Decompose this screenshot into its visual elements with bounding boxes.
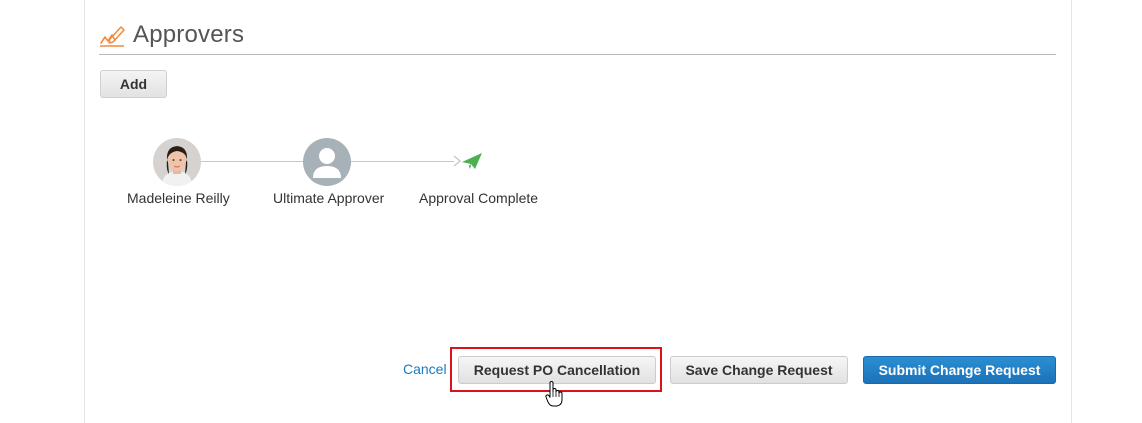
request-po-cancellation-button[interactable]: Request PO Cancellation	[458, 356, 656, 384]
approvers-signature-icon	[100, 26, 125, 47]
save-change-request-button[interactable]: Save Change Request	[670, 356, 848, 384]
ultimate-approver-label: Ultimate Approver	[273, 190, 385, 206]
approval-complete-label: Approval Complete	[419, 190, 539, 206]
hand-pointer-cursor-icon	[545, 381, 563, 407]
flow-connector	[201, 161, 303, 162]
user-photo-avatar	[153, 138, 201, 186]
generic-user-avatar-icon[interactable]	[303, 138, 351, 186]
section-header: Approvers	[99, 18, 1056, 55]
flow-connector	[351, 161, 454, 162]
submit-change-request-button[interactable]: Submit Change Request	[863, 356, 1056, 384]
approver-name-label: Madeleine Reilly	[127, 190, 230, 206]
cancel-link[interactable]: Cancel	[403, 361, 447, 377]
section-title: Approvers	[133, 21, 245, 48]
add-approver-button[interactable]: Add	[100, 70, 167, 98]
paper-plane-icon	[462, 153, 482, 169]
approver-avatar-photo[interactable]	[153, 138, 201, 186]
